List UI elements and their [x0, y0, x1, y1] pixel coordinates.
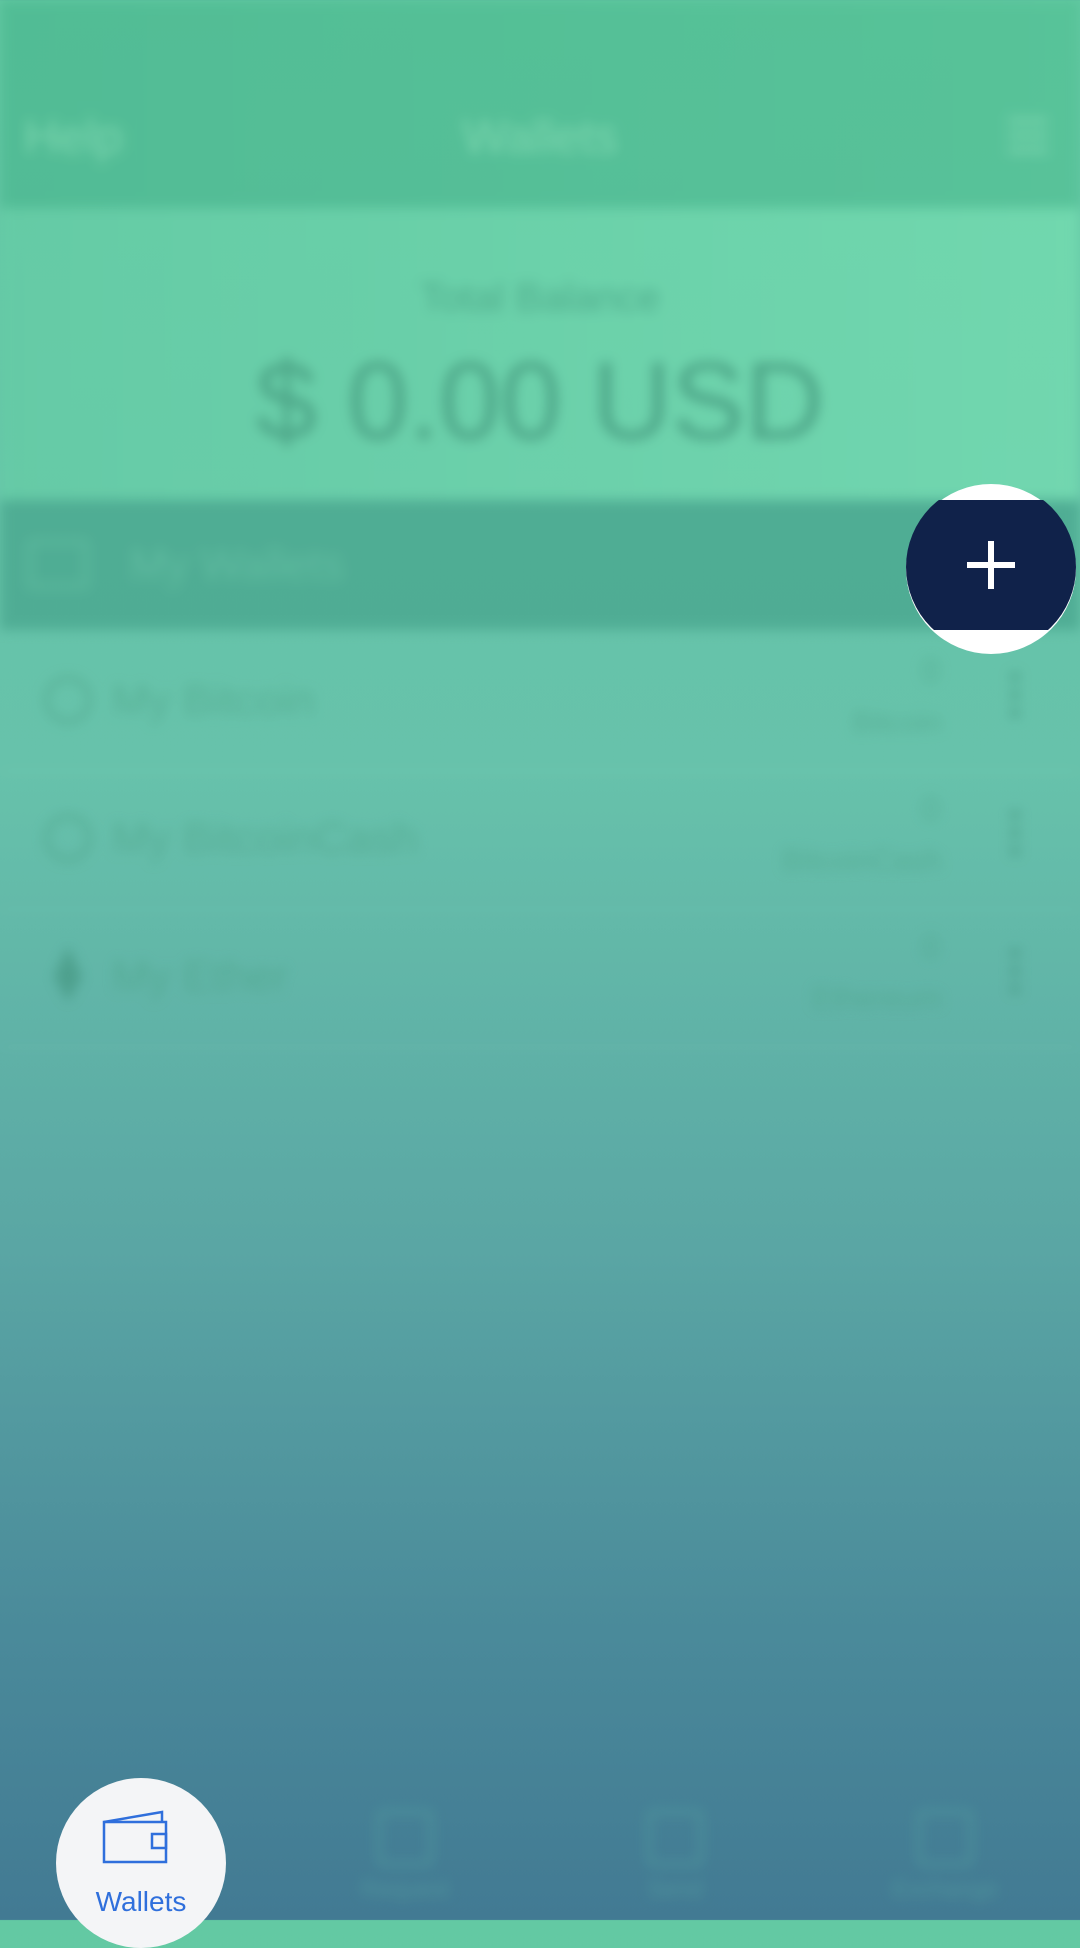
tab-send[interactable]: Send: [595, 1810, 755, 1904]
wallet-icon: [102, 1810, 168, 1864]
tab-exchange[interactable]: Exchange: [865, 1810, 1025, 1904]
more-options-icon[interactable]: [1010, 948, 1020, 1002]
wallet-value: 0: [921, 928, 940, 966]
menu-icon[interactable]: [1008, 118, 1048, 154]
upload-icon: [647, 1810, 703, 1866]
tab-request[interactable]: Request: [325, 1810, 485, 1904]
tab-label: Wallets: [95, 1886, 187, 1917]
download-icon: [377, 1810, 433, 1866]
balance-label: Total Balance: [419, 276, 661, 320]
bitcoin-icon: [44, 676, 92, 724]
wallet-row[interactable]: My Ether 0 Ethereum: [0, 908, 1080, 1048]
my-wallets-label: My Wallets: [130, 540, 344, 589]
wallet-folder-icon: [28, 540, 88, 588]
tab-wallets[interactable]: Wallets: [56, 1778, 226, 1948]
tab-label: Exchange: [891, 1876, 999, 1903]
wallet-unit: Ethereum: [811, 982, 942, 1015]
balance-panel: Total Balance $ 0.00 USD: [0, 208, 1080, 500]
wallet-unit: BitcoinCash: [781, 844, 942, 877]
wallet-name: My BitcoinCash: [112, 814, 418, 863]
wallet-name: My Ether: [112, 952, 289, 1001]
page-title: Wallets: [462, 111, 618, 164]
tab-label: Request: [360, 1876, 450, 1903]
bitcoincash-icon: [44, 814, 92, 862]
add-wallet-button[interactable]: [906, 500, 1076, 630]
wallet-row[interactable]: My BitcoinCash 0 BitcoinCash: [0, 770, 1080, 910]
exchange-icon: [917, 1810, 973, 1866]
more-options-icon[interactable]: [1010, 672, 1020, 726]
wallet-name: My Bitcoin: [112, 676, 315, 725]
wallet-row[interactable]: My Bitcoin 0 Bitcoin: [0, 632, 1080, 772]
wallet-unit: Bitcoin: [851, 706, 942, 739]
plus-icon: [906, 500, 1076, 630]
app-header: Help Wallets: [0, 0, 1080, 208]
wallet-value: 0: [921, 652, 940, 690]
more-options-icon[interactable]: [1010, 810, 1020, 864]
ethereum-icon: [54, 946, 82, 1002]
balance-amount: $ 0.00 USD: [255, 340, 825, 463]
background-dimmed-ui: Help Wallets Total Balance $ 0.00 USD My…: [0, 0, 1080, 1920]
tab-label: Send: [646, 1876, 704, 1903]
wallet-value: 0: [921, 790, 940, 828]
